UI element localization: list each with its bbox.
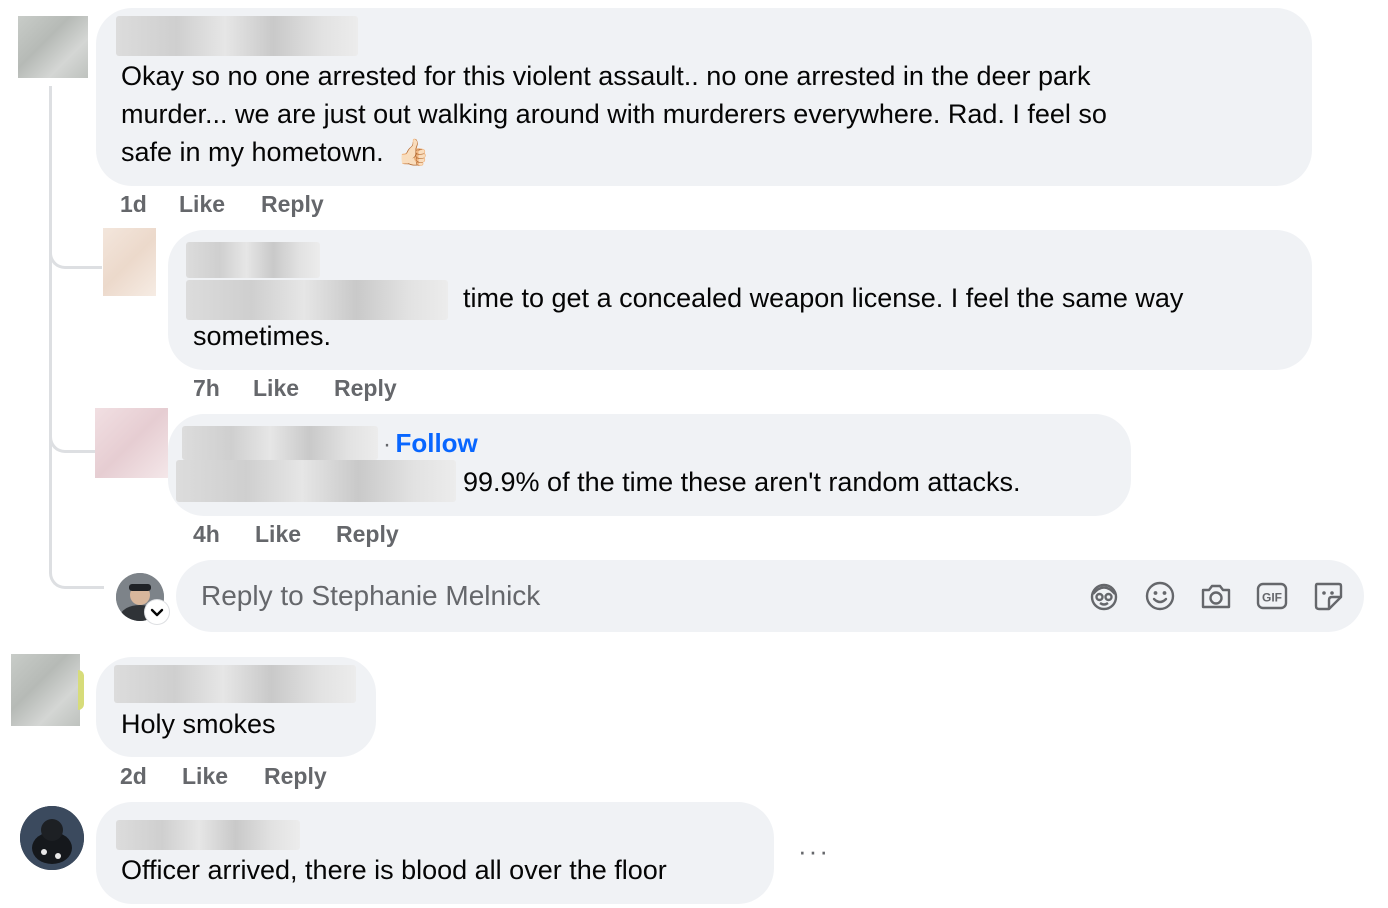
reply-input[interactable]: Reply to Stephanie Melnick [176, 560, 1364, 632]
author-name-redacted[interactable] [116, 820, 300, 850]
thumbs-up-emoji: 👍🏻 [397, 137, 430, 167]
follow-button[interactable]: Follow [395, 428, 477, 458]
comment-text: 99.9% of the time these aren't random at… [463, 467, 1021, 497]
reply-button[interactable]: Reply [264, 763, 327, 790]
author-name-redacted[interactable] [114, 665, 356, 703]
comment-text: Holy smokes [121, 709, 276, 739]
avatar-sticker-icon[interactable] [1087, 579, 1121, 613]
avatar[interactable] [20, 806, 84, 870]
comment-timestamp[interactable]: 1d [120, 191, 179, 218]
follow-row: · Follow [383, 428, 478, 459]
redacted-text [176, 460, 456, 502]
author-name-redacted[interactable] [182, 426, 378, 460]
follow-separator: · [383, 431, 391, 458]
sticker-icon[interactable] [1311, 579, 1345, 613]
comment-timestamp[interactable]: 4h [193, 521, 255, 548]
account-switcher-chevron[interactable] [145, 600, 169, 624]
comment-actions: 1d Like Reply [120, 191, 324, 218]
like-button[interactable]: Like [182, 763, 264, 790]
comment-actions: 2d Like Reply [120, 763, 327, 790]
comment-text-line: murder... we are just out walking around… [121, 99, 1107, 129]
author-name-redacted[interactable] [186, 242, 320, 278]
comment-text-line: Okay so no one arrested for this violent… [121, 61, 1091, 91]
more-options-button[interactable]: ··· [798, 836, 830, 867]
comment-actions: 7h Like Reply [193, 375, 397, 402]
avatar[interactable] [103, 228, 156, 296]
like-button[interactable]: Like [255, 521, 336, 548]
thread-connector [49, 414, 96, 453]
chevron-down-icon [150, 608, 164, 617]
user-photo-icon [20, 806, 84, 870]
thread-connector [49, 230, 102, 269]
like-button[interactable]: Like [179, 191, 261, 218]
thread-connector [49, 550, 104, 589]
camera-icon[interactable] [1199, 579, 1233, 613]
gif-icon[interactable]: GIF [1255, 579, 1289, 613]
reply-button[interactable]: Reply [336, 521, 399, 548]
like-button[interactable]: Like [253, 375, 334, 402]
gif-label: GIF [1262, 591, 1282, 605]
comment-text-line: safe in my hometown. 👍🏻 [121, 133, 430, 171]
reply-button[interactable]: Reply [261, 191, 324, 218]
author-name-redacted[interactable] [116, 16, 358, 56]
comment-timestamp[interactable]: 7h [193, 375, 253, 402]
emoji-icon[interactable] [1143, 579, 1177, 613]
comment-text-line: time to get a concealed weapon license. … [463, 283, 1184, 313]
avatar[interactable] [11, 654, 80, 726]
comment-text: safe in my hometown. [121, 137, 384, 167]
avatar-ring-accent [78, 670, 84, 710]
comment-text-line: sometimes. [193, 321, 332, 351]
reply-placeholder: Reply to Stephanie Melnick [201, 580, 541, 611]
comment-text: Officer arrived, there is blood all over… [121, 855, 667, 885]
reply-button[interactable]: Reply [334, 375, 397, 402]
comment-timestamp[interactable]: 2d [120, 763, 182, 790]
thread-line [49, 86, 52, 556]
comment-actions: 4h Like Reply [193, 521, 399, 548]
redacted-text [186, 280, 448, 320]
avatar[interactable] [18, 16, 88, 78]
avatar[interactable] [95, 408, 168, 478]
